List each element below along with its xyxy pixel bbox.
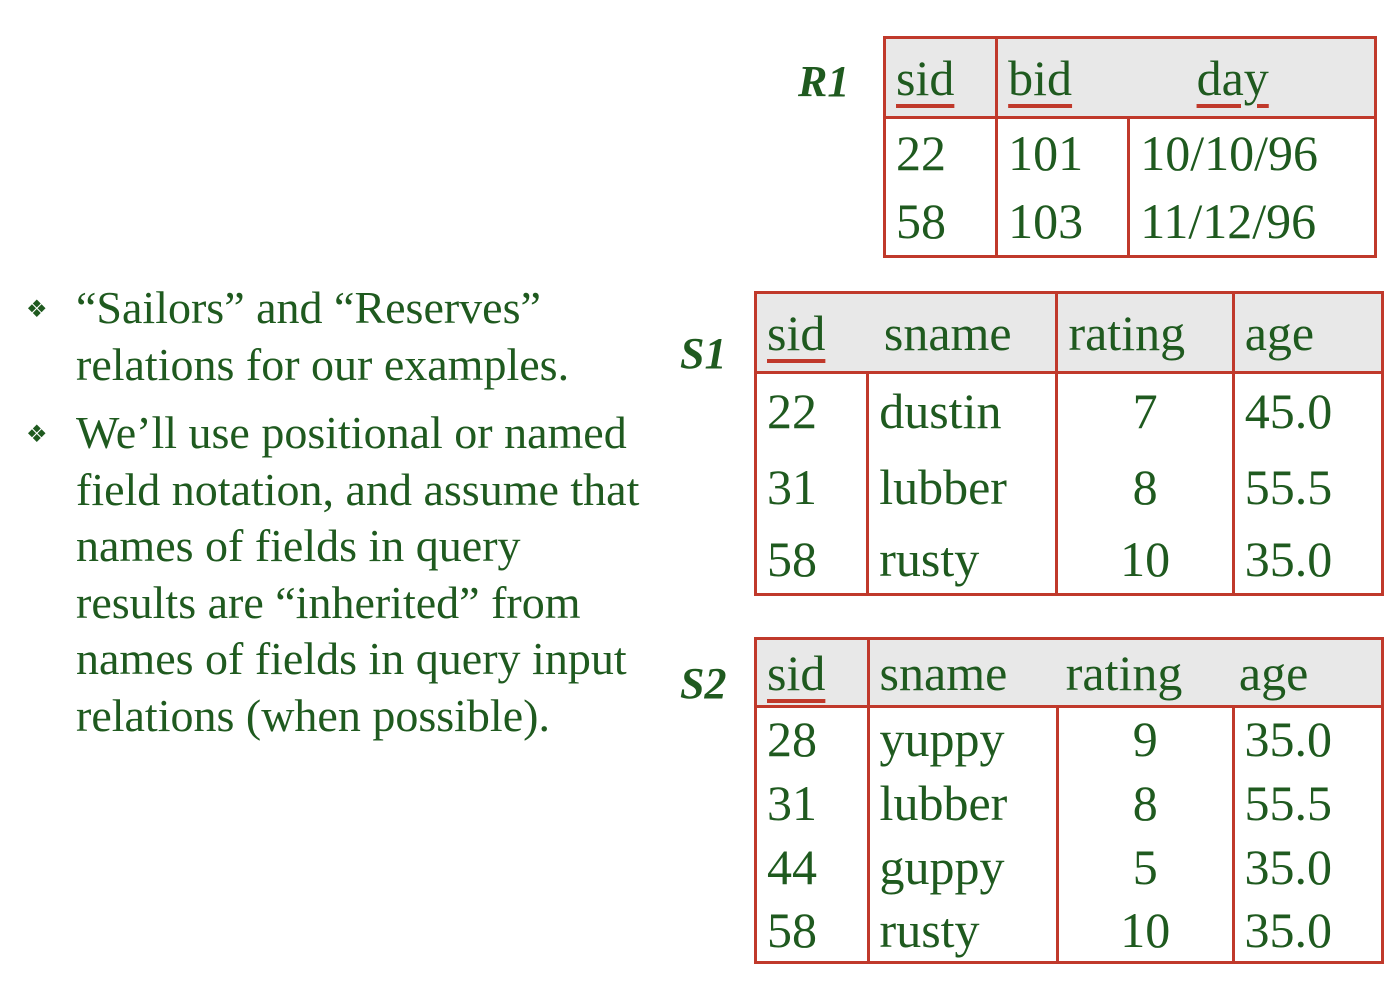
- column-header: sname: [883, 304, 1012, 361]
- bullet-text: We’ll use positional or named field nota…: [76, 407, 640, 741]
- table-cell: rusty: [866, 524, 1057, 595]
- table-cell: 8: [1055, 770, 1234, 835]
- table-cell: 45.0: [1231, 372, 1383, 449]
- table-row: 22 101 10/10/96: [885, 117, 1376, 187]
- table-row: 58 rusty 10 35.0: [756, 524, 1383, 595]
- column-header: rating: [1055, 292, 1234, 374]
- table-header-row: sid sname rating age: [755, 638, 1383, 708]
- table-cell: lubber: [866, 448, 1057, 525]
- column-header: sid: [884, 37, 997, 119]
- table-cell: 35.0: [1231, 524, 1383, 595]
- table-cell: 22: [767, 383, 817, 440]
- diamond-bullet-icon: ❖: [26, 297, 48, 323]
- table-cell: 35.0: [1231, 898, 1383, 963]
- column-header: bid: [1008, 49, 1073, 106]
- table-row: 44 guppy 5 35.0: [756, 834, 1383, 899]
- s1-table: sid sname rating age 22 dustin 7 45.0 31…: [754, 291, 1384, 596]
- table-cell: 101: [995, 117, 1129, 187]
- column-header: day: [1196, 49, 1269, 106]
- table-row: 22 dustin 7 45.0: [756, 372, 1383, 449]
- column-header: sname: [879, 644, 1008, 701]
- table-row: 31 lubber 8 55.5: [756, 448, 1383, 525]
- column-header-group: bid day: [995, 37, 1376, 119]
- column-header: sid: [767, 304, 826, 361]
- table-row: 58 103 11/12/96: [885, 187, 1376, 257]
- table-cell: 35.0: [1231, 706, 1383, 771]
- bullet-item: ❖ “Sailors” and “Reserves” relations for…: [24, 280, 644, 393]
- table-cell: 31: [767, 458, 817, 515]
- table-cell: 11/12/96: [1127, 187, 1376, 257]
- bullet-text: “Sailors” and “Reserves” relations for o…: [76, 282, 570, 390]
- table-cell: 10/10/96: [1127, 117, 1376, 187]
- table-row: 58 rusty 10 35.0: [756, 898, 1383, 963]
- table-cell: dustin: [866, 372, 1057, 449]
- table-cell: yuppy: [866, 706, 1058, 771]
- table-row: 31 lubber 8 55.5: [756, 770, 1383, 835]
- table-cell: rusty: [866, 898, 1058, 963]
- bullet-list: ❖ “Sailors” and “Reserves” relations for…: [24, 280, 644, 756]
- table-cell: 31: [767, 774, 817, 831]
- table-cell: 55.5: [1231, 770, 1383, 835]
- column-header: sid: [755, 638, 869, 708]
- column-header-group: sid sname: [755, 292, 1057, 374]
- r1-label: R1: [798, 57, 850, 106]
- table-cell: 8: [1055, 448, 1234, 525]
- table-cell: 5: [1055, 834, 1234, 899]
- table-cell: 22: [896, 125, 946, 181]
- table-cell: 10: [1055, 898, 1234, 963]
- bullet-item: ❖ We’ll use positional or named field no…: [24, 405, 644, 744]
- table-header-row: sid bid day: [884, 37, 1376, 119]
- table-cell: 58: [896, 193, 946, 249]
- table-row: 28 yuppy 9 35.0: [756, 706, 1383, 771]
- table-cell: guppy: [866, 834, 1058, 899]
- column-header: age: [1238, 644, 1309, 701]
- column-header-group: sname rating age: [866, 638, 1383, 708]
- table-cell: 9: [1055, 706, 1234, 771]
- table-cell: lubber: [866, 770, 1058, 835]
- s1-label: S1: [680, 329, 727, 378]
- s2-table: sid sname rating age 28 yuppy 9 35.0 31 …: [754, 637, 1384, 964]
- diamond-bullet-icon: ❖: [26, 422, 48, 448]
- column-header: rating: [1065, 644, 1183, 701]
- table-cell: 28: [767, 711, 817, 768]
- s2-label: S2: [680, 659, 727, 708]
- table-cell: 7: [1055, 372, 1234, 449]
- table-cell: 44: [767, 838, 817, 895]
- r1-table: sid bid day 22 101 10/10/96 58 103 11/12…: [883, 36, 1377, 258]
- table-cell: 103: [995, 187, 1129, 257]
- table-cell: 10: [1055, 524, 1234, 595]
- table-cell: 58: [767, 530, 817, 587]
- table-cell: 58: [767, 901, 817, 958]
- table-cell: 35.0: [1231, 834, 1383, 899]
- table-cell: 55.5: [1231, 448, 1383, 525]
- table-header-row: sid sname rating age: [755, 292, 1383, 374]
- column-header: age: [1231, 292, 1383, 374]
